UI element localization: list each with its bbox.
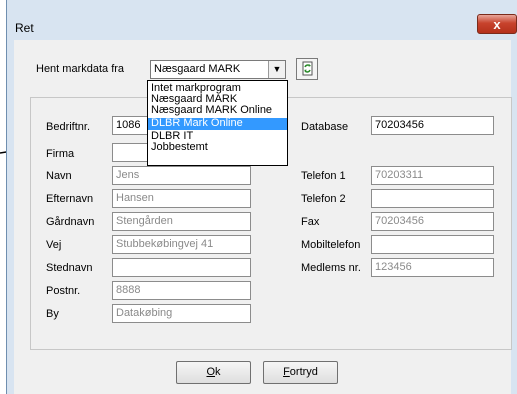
stednavn-label: Stednavn xyxy=(46,262,93,274)
navn-field[interactable]: Jens xyxy=(112,166,251,185)
gaardnavn-label: Gårdnavn xyxy=(46,216,95,228)
close-icon: x xyxy=(493,17,501,32)
postnr-label: Postnr. xyxy=(46,285,81,297)
by-label: By xyxy=(46,308,59,320)
mobiltelefon-field[interactable] xyxy=(371,235,494,254)
cancel-button[interactable]: Fortryd xyxy=(263,361,338,384)
telefon1-label: Telefon 1 xyxy=(301,170,346,182)
vej-field[interactable]: Stubbekøbingvej 41 xyxy=(112,235,251,254)
telefon1-field[interactable]: 70203311 xyxy=(371,166,494,185)
source-label: Hent markdata fra xyxy=(36,63,125,75)
ok-button[interactable]: Ok xyxy=(176,361,251,384)
refresh-icon xyxy=(302,61,313,76)
dropdown-option[interactable]: Jobbestemt xyxy=(148,142,287,153)
window-title: Ret xyxy=(15,21,34,35)
fax-label: Fax xyxy=(301,216,320,228)
stednavn-field[interactable] xyxy=(112,258,251,277)
close-button[interactable]: x xyxy=(477,14,517,34)
firma-field[interactable] xyxy=(112,143,152,162)
firma-label: Firma xyxy=(46,148,75,160)
chevron-down-icon[interactable]: ▼ xyxy=(268,61,285,78)
medlemsnr-label: Medlems nr. xyxy=(301,262,361,274)
source-selected-value: Næsgaard MARK xyxy=(154,63,241,75)
postnr-field[interactable]: 8888 xyxy=(112,281,251,300)
dropdown-option-highlighted[interactable]: DLBR Mark Online xyxy=(148,118,287,130)
database-label: Database xyxy=(301,121,349,133)
fax-field[interactable]: 70203456 xyxy=(371,212,494,231)
bedriftnr-field[interactable]: 1086 xyxy=(112,116,152,135)
ok-mnemonic: O xyxy=(206,366,216,378)
refresh-button[interactable] xyxy=(296,58,318,80)
source-select[interactable]: Næsgaard MARK ▼ xyxy=(150,60,286,79)
dropdown-option[interactable]: Næsgaard MARK Online xyxy=(148,105,287,116)
telefon2-field[interactable] xyxy=(371,189,494,208)
gaardnavn-field[interactable]: Stengården xyxy=(112,212,251,231)
bedriftnr-label: Bedriftnr. xyxy=(46,121,91,133)
cancel-label-rest: ortryd xyxy=(289,366,318,378)
mobiltelefon-label: Mobiltelefon xyxy=(301,239,361,251)
telefon2-label: Telefon 2 xyxy=(301,193,346,205)
ok-label-rest: k xyxy=(215,366,221,378)
vej-label: Vej xyxy=(46,239,62,251)
cancel-mnemonic: F xyxy=(283,366,290,378)
database-field[interactable]: 70203456 xyxy=(371,116,494,135)
medlemsnr-field[interactable]: 123456 xyxy=(371,258,494,277)
navn-label: Navn xyxy=(46,170,72,182)
efternavn-label: Efternavn xyxy=(46,193,94,205)
by-field[interactable]: Datakøbing xyxy=(112,304,251,323)
source-dropdown-list: Intet markprogram Næsgaard MARK Næsgaard… xyxy=(147,80,288,166)
efternavn-field[interactable]: Hansen xyxy=(112,189,251,208)
